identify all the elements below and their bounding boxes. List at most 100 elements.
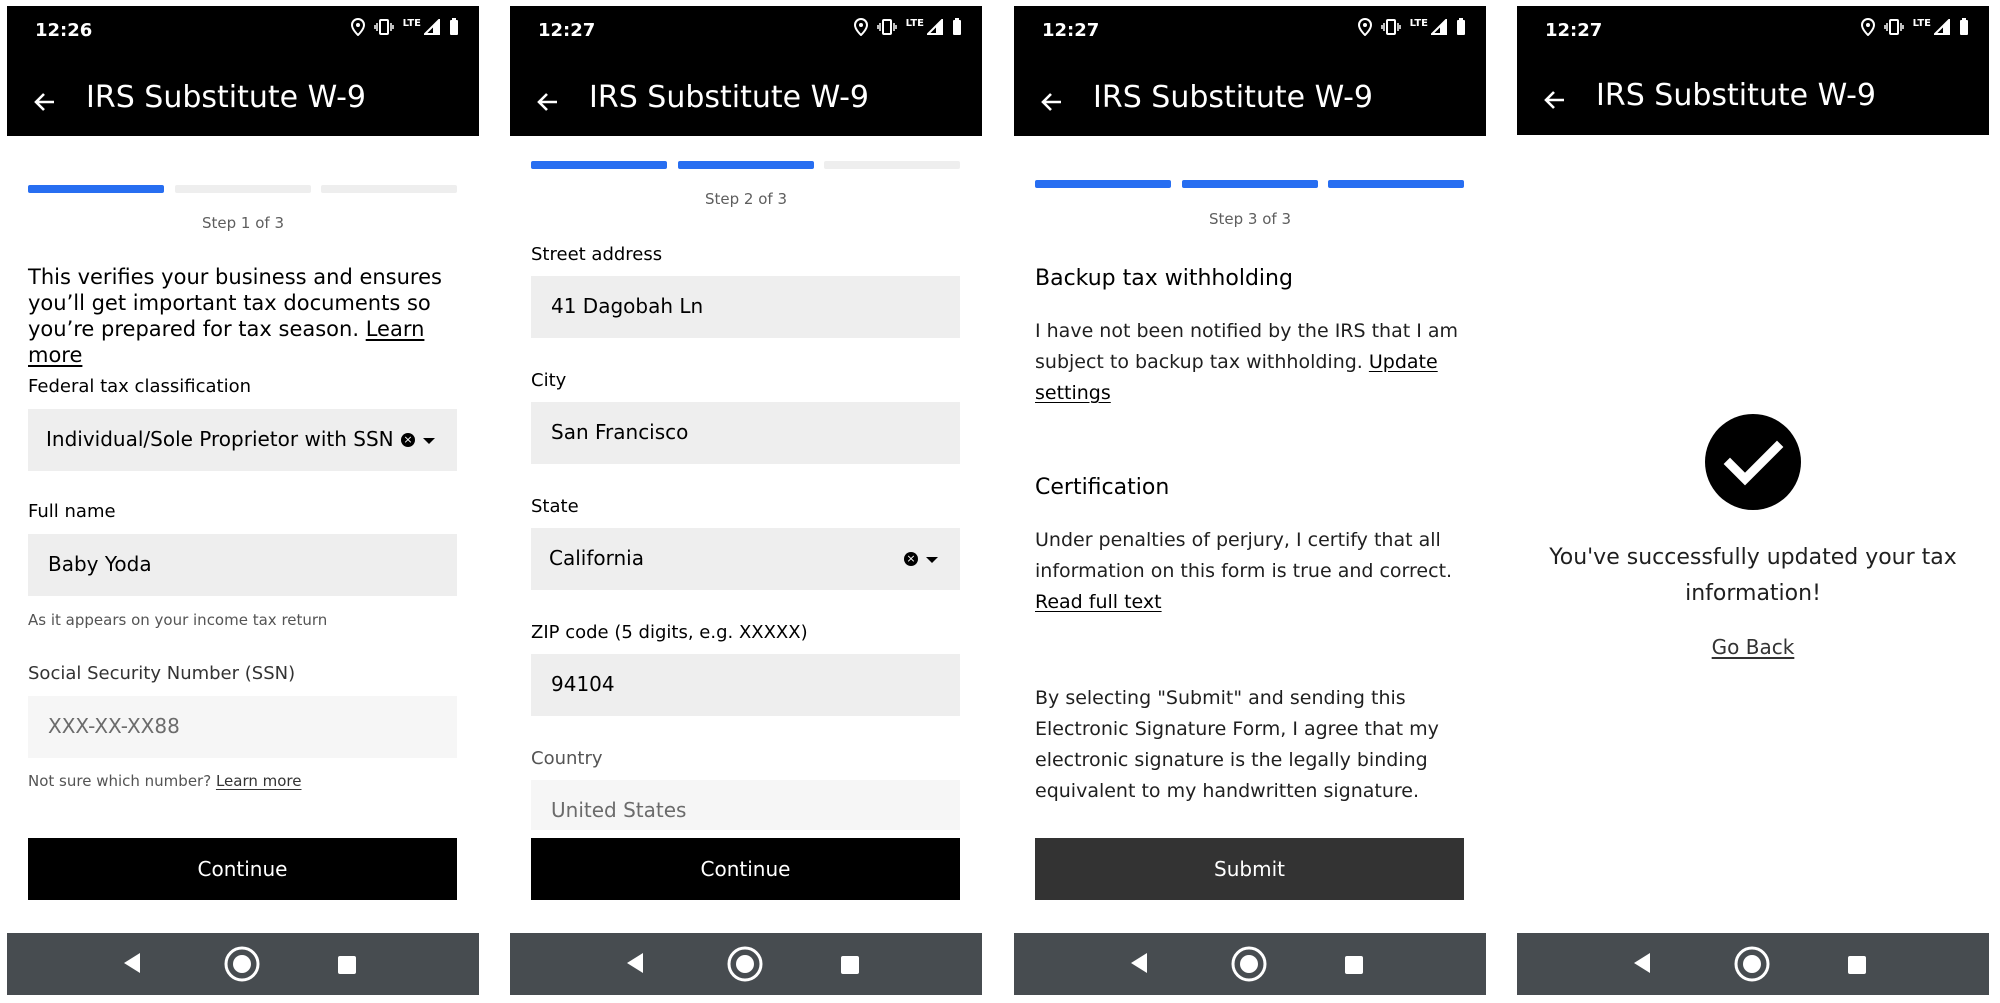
backup-line-2: subject to backup tax withholding. Updat…: [1035, 347, 1475, 378]
status-time: 12:27: [1545, 20, 1603, 41]
continue-button[interactable]: Continue: [28, 838, 457, 900]
vibrate-icon: [876, 19, 897, 35]
tax-classification-value: Individual/Sole Proprietor with SSN: [46, 427, 394, 451]
go-back-link[interactable]: Go Back: [1712, 635, 1795, 659]
intro-line-3-text: you’re prepared for tax season.: [28, 317, 360, 341]
lte-label: LTE: [905, 17, 924, 29]
clear-icon[interactable]: ×: [904, 552, 918, 566]
intro-text: This verifies your business and ensures …: [28, 264, 468, 368]
progress-segment-1: [28, 185, 164, 193]
signal-icon: [1934, 19, 1950, 35]
form-content: Step 2 of 3 Street address 41 Dagobah Ln…: [510, 136, 982, 936]
nav-back-icon[interactable]: [625, 951, 645, 975]
backup-line-2-text: subject to backup tax withholding.: [1035, 351, 1363, 373]
ssn-input[interactable]: XXX-XX-XX88: [28, 696, 457, 758]
nav-back-icon[interactable]: [1632, 951, 1652, 975]
lte-label: LTE: [1409, 17, 1428, 29]
location-icon: [853, 18, 868, 36]
go-back-link-wrap: Go Back: [1517, 635, 1989, 659]
esig-line-3: electronic signature is the legally bind…: [1035, 749, 1428, 771]
app-bar: 12:27 LTE IRS Substitute W-9: [1014, 6, 1486, 136]
nav-recents-icon[interactable]: [1345, 956, 1363, 974]
nav-home-icon[interactable]: [726, 945, 764, 983]
ssn-learn-more-link[interactable]: Learn more: [216, 772, 302, 790]
page-title: IRS Substitute W-9: [1093, 80, 1373, 115]
status-time: 12:27: [1042, 20, 1100, 41]
street-value: 41 Dagobah Ln: [551, 294, 704, 318]
city-input[interactable]: San Francisco: [531, 402, 960, 464]
progress-segment-2: [678, 161, 814, 169]
back-button[interactable]: [1032, 82, 1072, 122]
progress-segment-2: [1182, 180, 1318, 188]
street-input[interactable]: 41 Dagobah Ln: [531, 276, 960, 338]
nav-home-icon[interactable]: [223, 945, 261, 983]
vibrate-icon: [1380, 19, 1401, 35]
nav-home-icon[interactable]: [1230, 945, 1268, 983]
esig-line-2: Electronic Signature Form, I agree that …: [1035, 718, 1439, 740]
zip-value: 94104: [551, 672, 615, 696]
continue-button[interactable]: Continue: [531, 838, 960, 900]
update-settings-link-cont[interactable]: settings: [1035, 382, 1111, 404]
backup-line-3: settings: [1035, 378, 1475, 409]
status-time: 12:26: [35, 20, 93, 41]
country-label: Country: [531, 748, 603, 769]
nav-recents-icon[interactable]: [338, 956, 356, 974]
page-title: IRS Substitute W-9: [86, 80, 366, 115]
back-arrow-icon: [34, 93, 54, 111]
state-select[interactable]: California ×: [531, 528, 960, 590]
chevron-down-icon[interactable]: [423, 438, 435, 444]
update-settings-link[interactable]: Update: [1369, 351, 1438, 373]
backup-heading: Backup tax withholding: [1035, 266, 1293, 291]
full-name-input[interactable]: Baby Yoda: [28, 534, 457, 596]
submit-button[interactable]: Submit: [1035, 838, 1464, 900]
status-time: 12:27: [538, 20, 596, 41]
progress-segment-1: [1035, 180, 1171, 188]
step-indicator: Step 1 of 3: [201, 214, 284, 232]
clear-icon[interactable]: ×: [401, 433, 415, 447]
form-content: Step 3 of 3 Backup tax withholding I hav…: [1014, 136, 1486, 936]
backup-line-1: I have not been notified by the IRS that…: [1035, 320, 1459, 342]
nav-back-icon[interactable]: [122, 951, 142, 975]
system-nav-bar: [7, 933, 479, 995]
progress-segment-3: [824, 161, 960, 169]
back-arrow-icon: [1041, 93, 1061, 111]
ssn-label: Social Security Number (SSN): [28, 663, 296, 684]
step-indicator: Step 2 of 3: [704, 190, 787, 208]
read-full-text-link[interactable]: Read full text: [1035, 591, 1162, 613]
signal-icon: [1431, 19, 1447, 35]
screen-success: 12:27 LTE IRS Substitute W-9 You've succ…: [1517, 6, 1989, 995]
check-circle-icon: [1705, 414, 1801, 510]
success-content: You've successfully updated your tax inf…: [1517, 136, 1989, 936]
lte-label: LTE: [1912, 17, 1931, 29]
form-content: Step 1 of 3 This verifies your business …: [7, 136, 479, 936]
signal-icon: [927, 19, 943, 35]
zip-input[interactable]: 94104: [531, 654, 960, 716]
page-title: IRS Substitute W-9: [589, 80, 869, 115]
nav-recents-icon[interactable]: [841, 956, 859, 974]
progress-segment-3: [1328, 180, 1464, 188]
city-value: San Francisco: [551, 420, 689, 444]
esignature-text: By selecting "Submit" and sending this E…: [1035, 683, 1475, 807]
cert-line-2: information on this form is true and cor…: [1035, 560, 1453, 582]
nav-home-icon[interactable]: [1733, 945, 1771, 983]
intro-line-2: you’ll get important tax documents so: [28, 291, 431, 315]
vibrate-icon: [1883, 19, 1904, 35]
cert-line-3: Read full text: [1035, 587, 1475, 618]
back-button[interactable]: [528, 82, 568, 122]
status-icons: LTE: [350, 18, 459, 36]
back-button[interactable]: [1535, 80, 1575, 120]
battery-icon: [1960, 18, 1968, 35]
tax-classification-select[interactable]: Individual/Sole Proprietor with SSN ×: [28, 409, 457, 471]
status-icons: LTE: [853, 17, 962, 36]
chevron-down-icon[interactable]: [926, 557, 938, 563]
status-icons: LTE: [1357, 17, 1466, 36]
nav-recents-icon[interactable]: [1848, 956, 1866, 974]
nav-back-icon[interactable]: [1129, 951, 1149, 975]
back-button[interactable]: [25, 82, 65, 122]
zip-label: ZIP code (5 digits, e.g. XXXXX): [531, 622, 808, 643]
success-message: You've successfully updated your tax inf…: [1517, 540, 1989, 612]
progress-segment-3: [321, 185, 457, 193]
backup-text: I have not been notified by the IRS that…: [1035, 316, 1475, 409]
app-bar: 12:27 LTE IRS Substitute W-9: [1517, 6, 1989, 135]
back-arrow-icon: [537, 93, 557, 111]
